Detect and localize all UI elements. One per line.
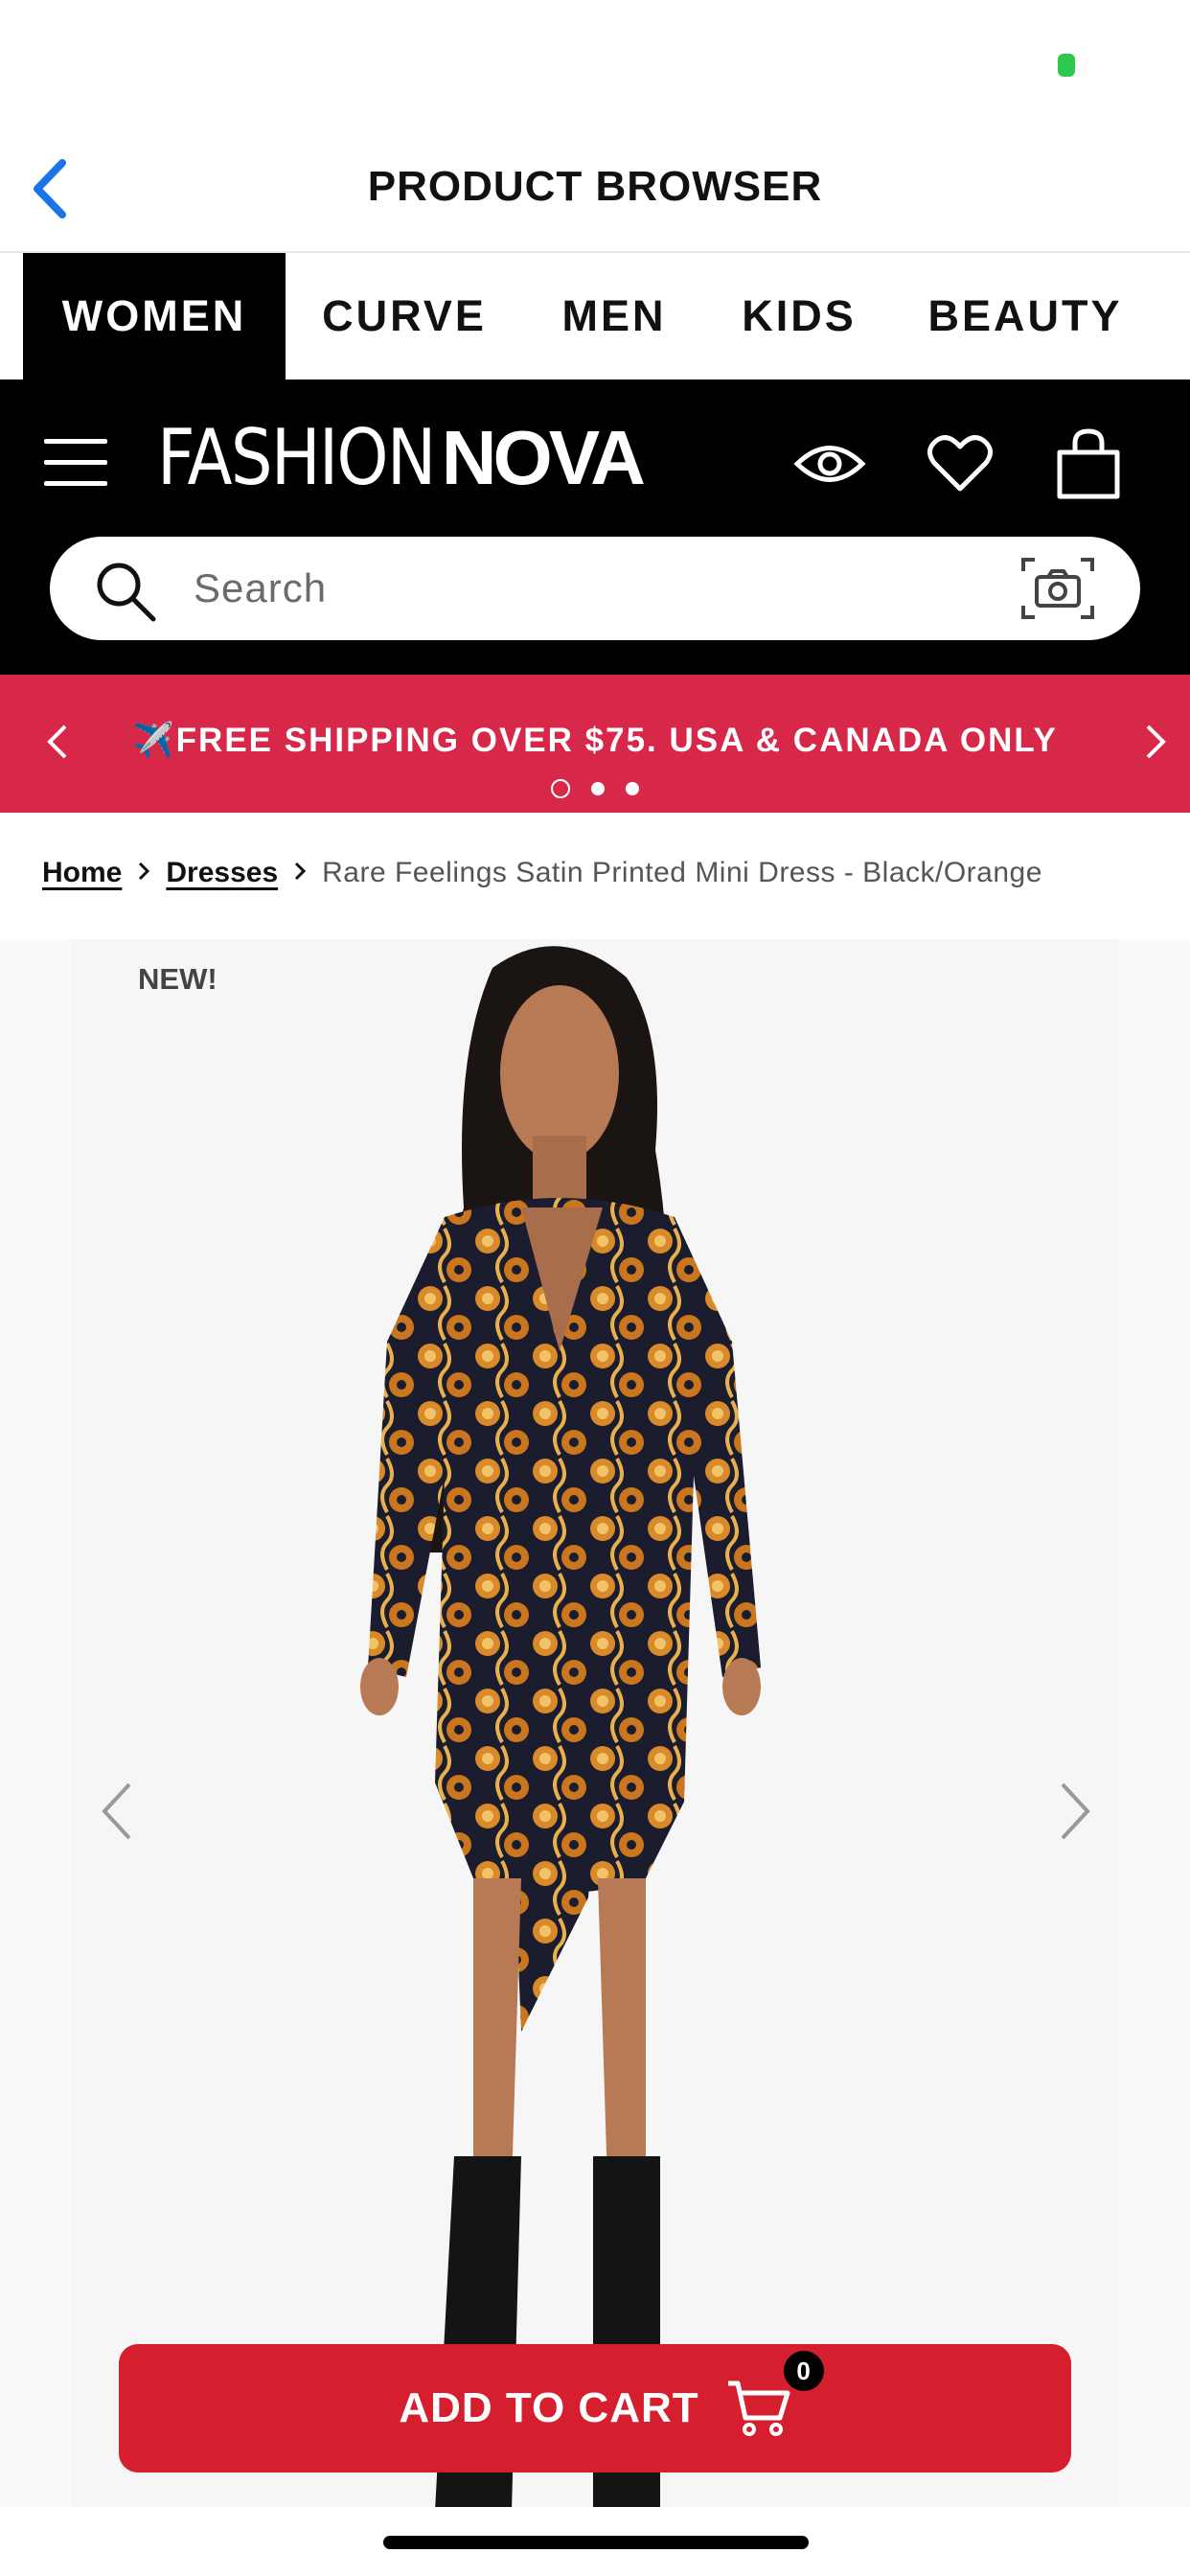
- status-bar: [0, 0, 1190, 125]
- tab-men[interactable]: MEN: [542, 253, 686, 380]
- breadcrumb-home-link[interactable]: Home: [42, 857, 122, 889]
- home-indicator[interactable]: [383, 2536, 809, 2549]
- shopping-cart-icon: [727, 2380, 790, 2436]
- add-to-cart-label: ADD TO CART: [399, 2384, 699, 2431]
- product-photo[interactable]: [71, 939, 1119, 2507]
- add-to-cart-button[interactable]: ADD TO CART 0: [119, 2344, 1071, 2472]
- tab-curve[interactable]: CURVE: [305, 253, 504, 380]
- breadcrumb-current: Rare Feelings Satin Printed Mini Dress -…: [322, 857, 1042, 888]
- promo-banner[interactable]: ✈️FREE SHIPPING OVER $75. USA & CANADA O…: [0, 675, 1190, 813]
- menu-icon[interactable]: [44, 431, 111, 489]
- chevron-right-icon: [293, 857, 307, 889]
- chevron-right-icon: [1146, 724, 1166, 759]
- gallery-prev-peek: [0, 939, 71, 2507]
- tab-women[interactable]: WOMEN: [23, 253, 286, 380]
- logo-text-bold: NOVA: [441, 415, 646, 500]
- category-tabs: WOMEN CURVE MEN KIDS BEAUTY: [0, 253, 1190, 380]
- breadcrumb-category-link[interactable]: Dresses: [166, 857, 278, 889]
- camera-icon[interactable]: [1019, 556, 1096, 621]
- search-input[interactable]: [194, 537, 1008, 640]
- cart-count-badge: 0: [783, 2351, 824, 2391]
- chevron-left-icon: [102, 1782, 131, 1840]
- chevron-right-icon: [1061, 1782, 1090, 1840]
- status-indicator-icon: [1058, 54, 1075, 77]
- page-title: PRODUCT BROWSER: [367, 163, 823, 210]
- promo-pagination: [0, 779, 1190, 798]
- promo-dot-active[interactable]: [551, 779, 570, 798]
- heart-icon[interactable]: [922, 426, 998, 502]
- brand-header: FASHION NOVA: [0, 380, 1190, 675]
- brand-logo[interactable]: FASHION NOVA: [157, 413, 646, 502]
- search-bar: [50, 537, 1140, 640]
- new-badge: NEW!: [138, 962, 217, 996]
- nav-header: PRODUCT BROWSER: [0, 125, 1190, 253]
- breadcrumb: Home Dresses Rare Feelings Satin Printed…: [42, 857, 1042, 889]
- cart-indicator: 0: [726, 2351, 824, 2441]
- tab-kids[interactable]: KIDS: [724, 253, 874, 380]
- promo-text: ✈️FREE SHIPPING OVER $75. USA & CANADA O…: [132, 722, 1058, 759]
- gallery-prev-button[interactable]: [88, 1773, 146, 1850]
- shopping-bag-icon[interactable]: [1050, 426, 1127, 502]
- gallery-next-peek: [1119, 939, 1190, 2507]
- promo-dot[interactable]: [626, 782, 639, 795]
- tab-beauty[interactable]: BEAUTY: [912, 253, 1138, 380]
- search-icon[interactable]: [94, 560, 157, 623]
- chevron-right-icon: [137, 857, 150, 889]
- logo-text-thin: FASHION: [157, 413, 436, 502]
- promo-dot[interactable]: [591, 782, 605, 795]
- promo-next-button[interactable]: [1136, 713, 1175, 770]
- eye-icon[interactable]: [791, 426, 868, 502]
- gallery-next-button[interactable]: [1046, 1773, 1104, 1850]
